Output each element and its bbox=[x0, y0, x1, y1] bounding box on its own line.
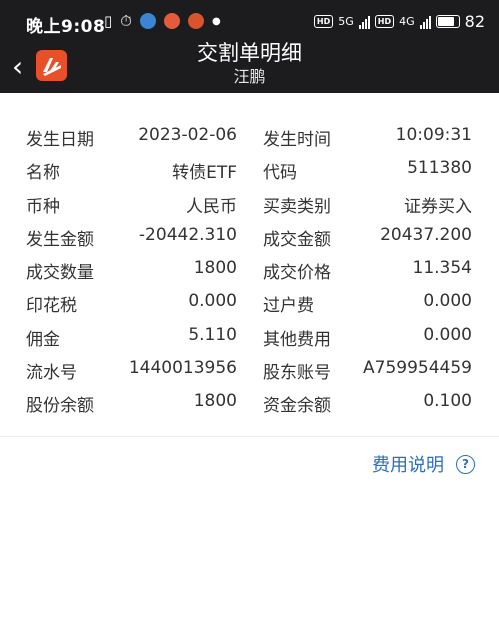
field-label: 过户费 bbox=[263, 296, 314, 317]
field-value: 11.354 bbox=[412, 258, 472, 279]
field-label: 代码 bbox=[263, 163, 297, 184]
field-value: 2023-02-06 bbox=[138, 125, 237, 145]
fee-explanation-label[interactable]: 费用说明 bbox=[372, 451, 444, 477]
field-label: 发生日期 bbox=[26, 130, 94, 150]
field-label: 成交数量 bbox=[26, 263, 94, 284]
field-value: 转债ETF bbox=[172, 163, 237, 184]
battery-level: 82 bbox=[464, 12, 485, 31]
field-label: 股东账号 bbox=[263, 363, 331, 384]
field-label: 其他费用 bbox=[263, 329, 331, 350]
detail-row: 佣金 5.110 其他费用 0.000 bbox=[0, 320, 499, 353]
notification-app-icon bbox=[163, 13, 180, 29]
fee-explanation-link[interactable]: 费用说明 ? bbox=[372, 451, 475, 477]
field-value: 人民币 bbox=[186, 196, 237, 217]
section-divider bbox=[0, 436, 499, 437]
field-value: -20442.310 bbox=[138, 224, 237, 245]
field-value: 1800 bbox=[193, 391, 237, 412]
detail-row: 成交数量 1800 成交价格 11.354 bbox=[0, 253, 499, 286]
field-value: 20437.200 bbox=[380, 224, 472, 245]
field-label: 股份余额 bbox=[26, 396, 94, 417]
detail-row: 币种 人民币 买卖类别 证券买入 bbox=[0, 187, 499, 220]
alarm-icon: ⏱ bbox=[120, 12, 132, 30]
field-value: 5.110 bbox=[188, 324, 237, 345]
field-value: 证券买入 bbox=[404, 196, 472, 217]
field-label: 佣金 bbox=[26, 329, 60, 350]
detail-row: 发生金额 -20442.310 成交金额 20437.200 bbox=[0, 220, 499, 253]
network-4g: 4G bbox=[399, 15, 415, 28]
signal-icon bbox=[358, 15, 370, 29]
field-label: 资金余额 bbox=[263, 396, 331, 417]
notification-app-icon bbox=[139, 13, 156, 29]
field-value: 0.000 bbox=[188, 291, 237, 312]
dot-icon: ● bbox=[211, 15, 221, 27]
battery-icon bbox=[435, 15, 460, 28]
detail-row: 发生日期 2023-02-06 发生时间 10:09:31 bbox=[0, 120, 499, 153]
field-value: A759954459 bbox=[363, 358, 472, 379]
hd-icon: HD bbox=[313, 15, 334, 28]
header-title-group: 交割单明细 汪鹏 bbox=[0, 40, 499, 88]
detail-row: 印花税 0.000 过户费 0.000 bbox=[0, 286, 499, 319]
help-icon[interactable]: ? bbox=[456, 454, 475, 474]
status-right: HD 5G HD 4G 82 bbox=[313, 12, 485, 31]
field-label: 流水号 bbox=[26, 363, 77, 384]
field-label: 名称 bbox=[26, 163, 60, 184]
field-label: 成交价格 bbox=[263, 263, 331, 284]
field-value: 511380 bbox=[407, 158, 472, 179]
vibrate-icon: ▯ bbox=[104, 12, 113, 30]
detail-table: 发生日期 2023-02-06 发生时间 10:09:31 名称 转债ETF 代… bbox=[0, 120, 499, 420]
field-label: 发生金额 bbox=[26, 229, 94, 250]
account-name: 汪鹏 bbox=[233, 67, 266, 86]
detail-row: 股份余额 1800 资金余额 0.100 bbox=[0, 386, 499, 419]
field-value: 1800 bbox=[193, 258, 237, 279]
notification-app-icon bbox=[187, 13, 204, 29]
field-value: 1440013956 bbox=[128, 358, 237, 379]
field-value: 10:09:31 bbox=[395, 125, 472, 145]
detail-row: 流水号 1440013956 股东账号 A759954459 bbox=[0, 353, 499, 386]
status-bar: 晚上9:08 ▯ ⏱ ● HD 5G HD 4G 82 bbox=[0, 0, 499, 44]
field-label: 发生时间 bbox=[263, 130, 331, 150]
field-value: 0.100 bbox=[423, 391, 472, 412]
page-title: 交割单明细 bbox=[197, 41, 302, 65]
status-time: 晚上9:08 bbox=[26, 17, 106, 37]
field-value: 0.000 bbox=[423, 324, 472, 345]
field-label: 买卖类别 bbox=[263, 196, 331, 217]
detail-row: 名称 转债ETF 代码 511380 bbox=[0, 153, 499, 186]
signal-icon bbox=[419, 15, 431, 29]
field-value: 0.000 bbox=[423, 291, 472, 312]
field-label: 成交金额 bbox=[263, 229, 331, 250]
field-label: 币种 bbox=[26, 196, 60, 217]
status-icons: ▯ ⏱ ● bbox=[104, 12, 221, 30]
hd-icon: HD bbox=[374, 15, 395, 28]
network-5g: 5G bbox=[338, 15, 354, 28]
field-label: 印花税 bbox=[26, 296, 77, 317]
top-bar: 晚上9:08 ▯ ⏱ ● HD 5G HD 4G 82 ‹ 交割单明细 汪鹏 bbox=[0, 0, 499, 93]
